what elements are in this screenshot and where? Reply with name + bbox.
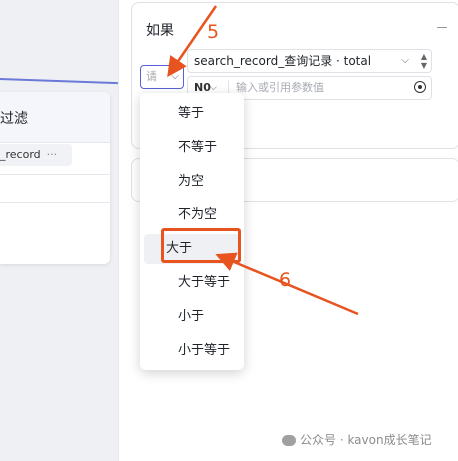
annotation-arrows (167, 5, 359, 316)
step-5-label: 5 (207, 21, 220, 43)
watermark-text: 公众号 · kavon成长笔记 (300, 433, 432, 447)
watermark: 公众号 · kavon成长笔记 (282, 431, 432, 448)
step-6-label: 6 (279, 269, 292, 291)
wechat-icon (282, 435, 296, 446)
